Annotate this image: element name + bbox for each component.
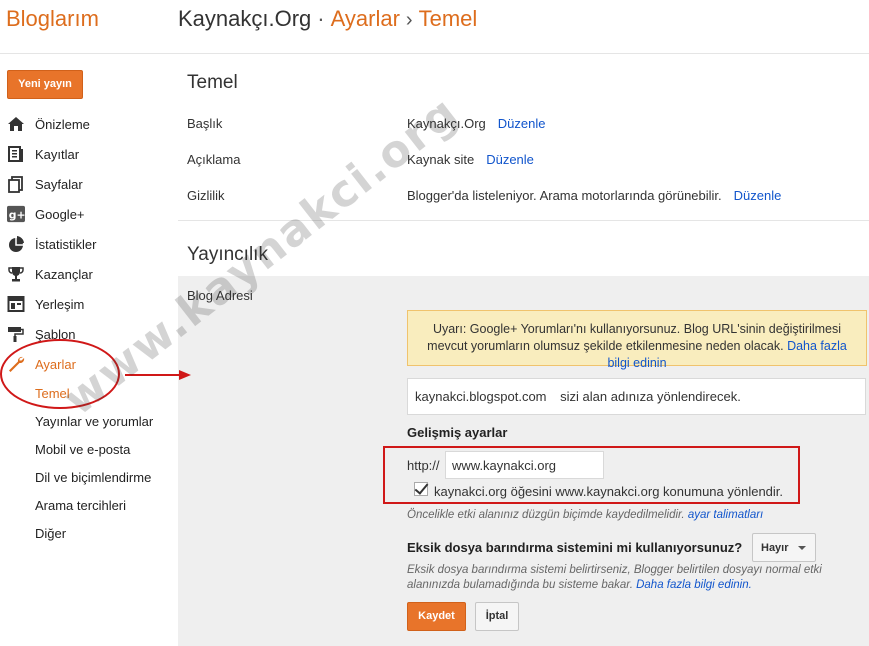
- setup-instructions-link[interactable]: ayar talimatları: [688, 509, 763, 521]
- sidebar-item-label: Google+: [35, 206, 85, 222]
- fallback-host-select[interactable]: Hayır: [752, 533, 816, 562]
- privacy-value: Blogger'da listeleniyor. Arama motorları…: [407, 188, 781, 203]
- top-bar: Bloglarım Kaynakçı.Org · Ayarlar › Temel: [0, 0, 869, 54]
- privacy-label: Gizlilik: [187, 188, 225, 203]
- section-divider: [178, 220, 869, 221]
- sidebar-item-label: İstatistikler: [35, 236, 97, 252]
- my-blogs-link[interactable]: Bloglarım: [6, 6, 99, 32]
- caret-down-icon: [798, 546, 806, 550]
- cancel-button[interactable]: İptal: [475, 602, 519, 631]
- hint-text: Öncelikle etki alanınız düzgün biçimde k…: [407, 509, 685, 521]
- pages-icon: [7, 175, 25, 193]
- settings-subitem-posts-comments[interactable]: Yayınlar ve yorumlar: [35, 414, 153, 429]
- publishing-section-title: Yayıncılık: [187, 244, 268, 265]
- home-icon: [7, 115, 25, 133]
- blogspot-address-box: kaynakci.blogspot.com sizi alan adınıza …: [407, 378, 866, 415]
- sidebar-item-posts[interactable]: Kayıtlar: [0, 141, 170, 167]
- breadcrumb-settings[interactable]: Ayarlar: [331, 6, 400, 31]
- basic-section-title: Temel: [187, 72, 238, 93]
- settings-subitem-search-preferences[interactable]: Arama tercihleri: [35, 498, 126, 513]
- sidebar-item-label: Önizleme: [35, 116, 90, 132]
- sidebar-item-label: Kazançlar: [35, 266, 93, 282]
- breadcrumb-basic: Temel: [418, 6, 478, 31]
- sidebar-item-label: Yerleşim: [35, 296, 85, 312]
- sidebar-item-pages[interactable]: Sayfalar: [0, 171, 170, 197]
- advanced-settings-title: Gelişmiş ayarlar: [407, 425, 508, 440]
- settings-subitem-other[interactable]: Diğer: [35, 526, 66, 541]
- fallback-learn-more-link[interactable]: Daha fazla bilgi edinin.: [636, 579, 752, 591]
- posts-icon: [7, 145, 25, 163]
- sidebar-item-google-plus[interactable]: g+ Google+: [0, 201, 170, 227]
- fallback-host-description: Eksik dosya barındırma sistemi belirtirs…: [407, 563, 862, 593]
- fallback-desc-text: Eksik dosya barındırma sistemi belirtirs…: [407, 564, 822, 591]
- blog-address-label: Blog Adresi: [187, 288, 253, 303]
- blogspot-address: kaynakci.blogspot.com: [415, 389, 547, 404]
- breadcrumb-separator: ›: [405, 9, 413, 31]
- svg-text:g+: g+: [9, 209, 25, 222]
- edit-title-link[interactable]: Düzenle: [498, 116, 546, 131]
- title-label: Başlık: [187, 116, 223, 131]
- redirect-note: sizi alan adınıza yönlendirecek.: [560, 389, 741, 404]
- domain-hint: Öncelikle etki alanınız düzgün biçimde k…: [407, 509, 763, 521]
- privacy-text: Blogger'da listeleniyor. Arama motorları…: [407, 188, 722, 203]
- sidebar-item-label: Sayfalar: [35, 176, 83, 192]
- layout-icon: [7, 295, 25, 313]
- google-plus-warning: Uyarı: Google+ Yorumları'nı kullanıyorsu…: [407, 310, 867, 370]
- sidebar-item-stats[interactable]: İstatistikler: [0, 231, 170, 257]
- breadcrumb: Kaynakçı.Org · Ayarlar › Temel: [178, 6, 477, 32]
- google-plus-icon: g+: [7, 205, 25, 223]
- description-label: Açıklama: [187, 152, 241, 167]
- warning-text: Uyarı: Google+ Yorumları'nı kullanıyorsu…: [427, 322, 842, 353]
- main-content: Temel Başlık Kaynakçı.Org Düzenle Açıklam…: [178, 54, 869, 646]
- annotation-highlight-box: [383, 446, 800, 504]
- title-text: Kaynakçı.Org: [407, 116, 486, 131]
- breadcrumb-blog[interactable]: Kaynakçı.Org: [178, 6, 311, 31]
- edit-privacy-link[interactable]: Düzenle: [734, 188, 782, 203]
- sidebar-item-label: Kayıtlar: [35, 146, 80, 162]
- breadcrumb-separator: ·: [317, 6, 325, 31]
- fallback-host-question: Eksik dosya barındırma sistemini mi kull…: [407, 540, 743, 555]
- pie-chart-icon: [7, 235, 25, 253]
- annotation-ellipse: [0, 339, 120, 409]
- description-text: Kaynak site: [407, 152, 475, 167]
- edit-description-link[interactable]: Düzenle: [486, 152, 534, 167]
- save-button[interactable]: Kaydet: [407, 602, 466, 631]
- sidebar-item-layout[interactable]: Yerleşim: [0, 291, 170, 317]
- settings-subitem-mobile-email[interactable]: Mobil ve e-posta: [35, 442, 130, 457]
- new-post-button[interactable]: Yeni yayın: [7, 70, 83, 99]
- description-value: Kaynak site Düzenle: [407, 152, 534, 167]
- trophy-icon: [7, 265, 25, 283]
- annotation-arrow-icon: [125, 370, 191, 380]
- sidebar-item-earnings[interactable]: Kazançlar: [0, 261, 170, 287]
- settings-subitem-language-formatting[interactable]: Dil ve biçimlendirme: [35, 470, 151, 485]
- title-value: Kaynakçı.Org Düzenle: [407, 116, 545, 131]
- paint-roller-icon: [7, 325, 25, 343]
- sidebar-item-overview[interactable]: Önizleme: [0, 111, 170, 137]
- fallback-host-select-value: Hayır: [761, 542, 789, 554]
